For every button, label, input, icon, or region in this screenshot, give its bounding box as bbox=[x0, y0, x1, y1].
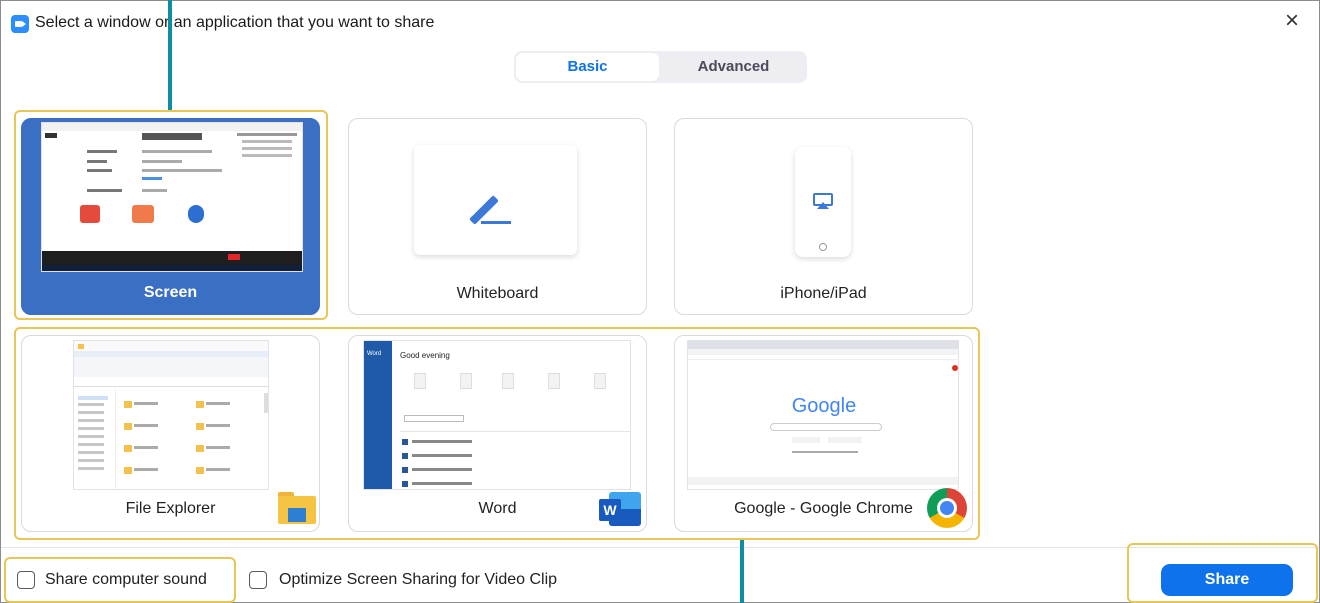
optimize-video-label[interactable]: Optimize Screen Sharing for Video Clip bbox=[279, 571, 557, 589]
pointer-line-bottom bbox=[740, 540, 744, 603]
close-icon[interactable]: × bbox=[1281, 9, 1303, 33]
tile-iphone-ipad[interactable]: iPhone/iPad bbox=[674, 118, 973, 315]
tile-whiteboard-label: Whiteboard bbox=[456, 285, 539, 302]
pointer-line-top bbox=[168, 0, 172, 110]
title-bar: Select a window or an application that y… bbox=[1, 1, 1319, 45]
footer-divider bbox=[1, 547, 1319, 548]
optimize-video-checkbox[interactable] bbox=[249, 571, 267, 589]
highlight-screen-tile bbox=[14, 110, 328, 320]
tab-switcher: Basic Advanced bbox=[514, 51, 807, 83]
highlight-share-sound bbox=[4, 557, 236, 603]
window-title: Select a window or an application that y… bbox=[35, 14, 435, 31]
tab-advanced[interactable]: Advanced bbox=[662, 53, 805, 81]
phone-thumbnail bbox=[795, 147, 851, 257]
tile-iphone-ipad-label: iPhone/iPad bbox=[780, 285, 867, 302]
tab-basic[interactable]: Basic bbox=[516, 53, 659, 81]
highlight-share-button bbox=[1127, 543, 1318, 603]
zoom-logo-icon bbox=[11, 15, 29, 33]
whiteboard-thumbnail bbox=[414, 145, 577, 255]
tile-whiteboard[interactable]: Whiteboard bbox=[348, 118, 647, 315]
highlight-app-tiles bbox=[14, 327, 980, 540]
